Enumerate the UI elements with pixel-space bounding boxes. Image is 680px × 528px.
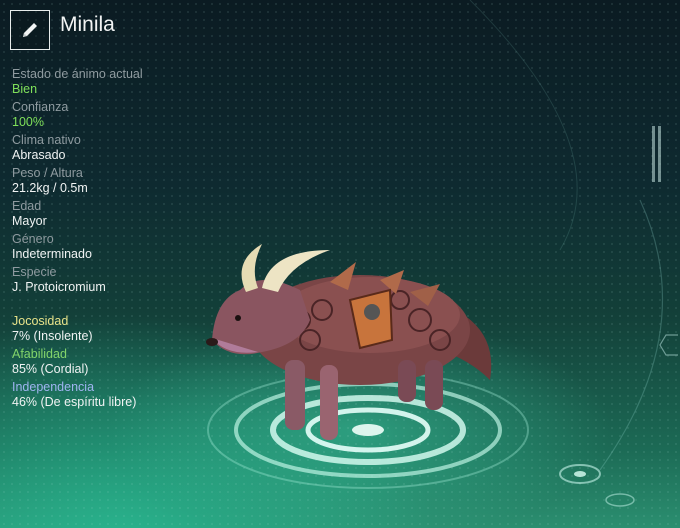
stat-label: Edad	[12, 199, 42, 213]
stat-trust: Confianza 100%	[12, 100, 252, 130]
trait-label: Afabilidad	[12, 347, 67, 361]
trait-friendliness: Afabilidad 85% (Cordial)	[12, 347, 252, 377]
trait-value: 46% (De espíritu libre)	[12, 395, 137, 409]
platform-rings	[207, 371, 529, 489]
stat-gender: Género Indeterminado	[12, 232, 252, 262]
stat-label: Confianza	[12, 100, 69, 114]
stat-value: J. Protoicromium	[12, 280, 106, 294]
edit-name-button[interactable]	[10, 10, 50, 50]
stat-label: Estado de ánimo actual	[12, 67, 143, 81]
scene-arc	[599, 199, 664, 471]
stat-native-climate: Clima nativo Abrasado	[12, 133, 252, 163]
stat-value: 21.2kg / 0.5m	[12, 181, 88, 195]
pet-stats-panel: Estado de ánimo actual Bien Confianza 10…	[12, 67, 252, 413]
stat-value: Bien	[12, 82, 38, 96]
trait-playfulness: Jocosidad 7% (Insolente)	[12, 314, 252, 344]
stat-weight-height: Peso / Altura 21.2kg / 0.5m	[12, 166, 252, 196]
stat-value: 100%	[12, 115, 44, 129]
stat-age: Edad Mayor	[12, 199, 252, 229]
trait-label: Independencia	[12, 380, 95, 394]
stat-value: Mayor	[12, 214, 47, 228]
hud-scale-marks	[652, 126, 661, 182]
stat-label: Clima nativo	[12, 133, 81, 147]
pet-header: Minila	[10, 10, 115, 50]
stat-label: Especie	[12, 265, 57, 279]
pet-name: Minila	[60, 13, 115, 36]
trait-value: 85% (Cordial)	[12, 362, 89, 376]
stat-label: Género	[12, 232, 54, 246]
scene-arc	[469, 0, 578, 251]
stat-mood: Estado de ánimo actual Bien	[12, 67, 252, 97]
stat-species: Especie J. Protoicromium	[12, 265, 252, 295]
trait-value: 7% (Insolente)	[12, 329, 93, 343]
trait-label: Jocosidad	[12, 314, 69, 328]
pencil-icon	[23, 23, 37, 37]
stat-value: Indeterminado	[12, 247, 92, 261]
stat-value: Abrasado	[12, 148, 66, 162]
small-rings	[559, 464, 635, 507]
hexagon-icon	[659, 334, 678, 356]
stat-label: Peso / Altura	[12, 166, 83, 180]
trait-independence: Independencia 46% (De espíritu libre)	[12, 380, 252, 410]
